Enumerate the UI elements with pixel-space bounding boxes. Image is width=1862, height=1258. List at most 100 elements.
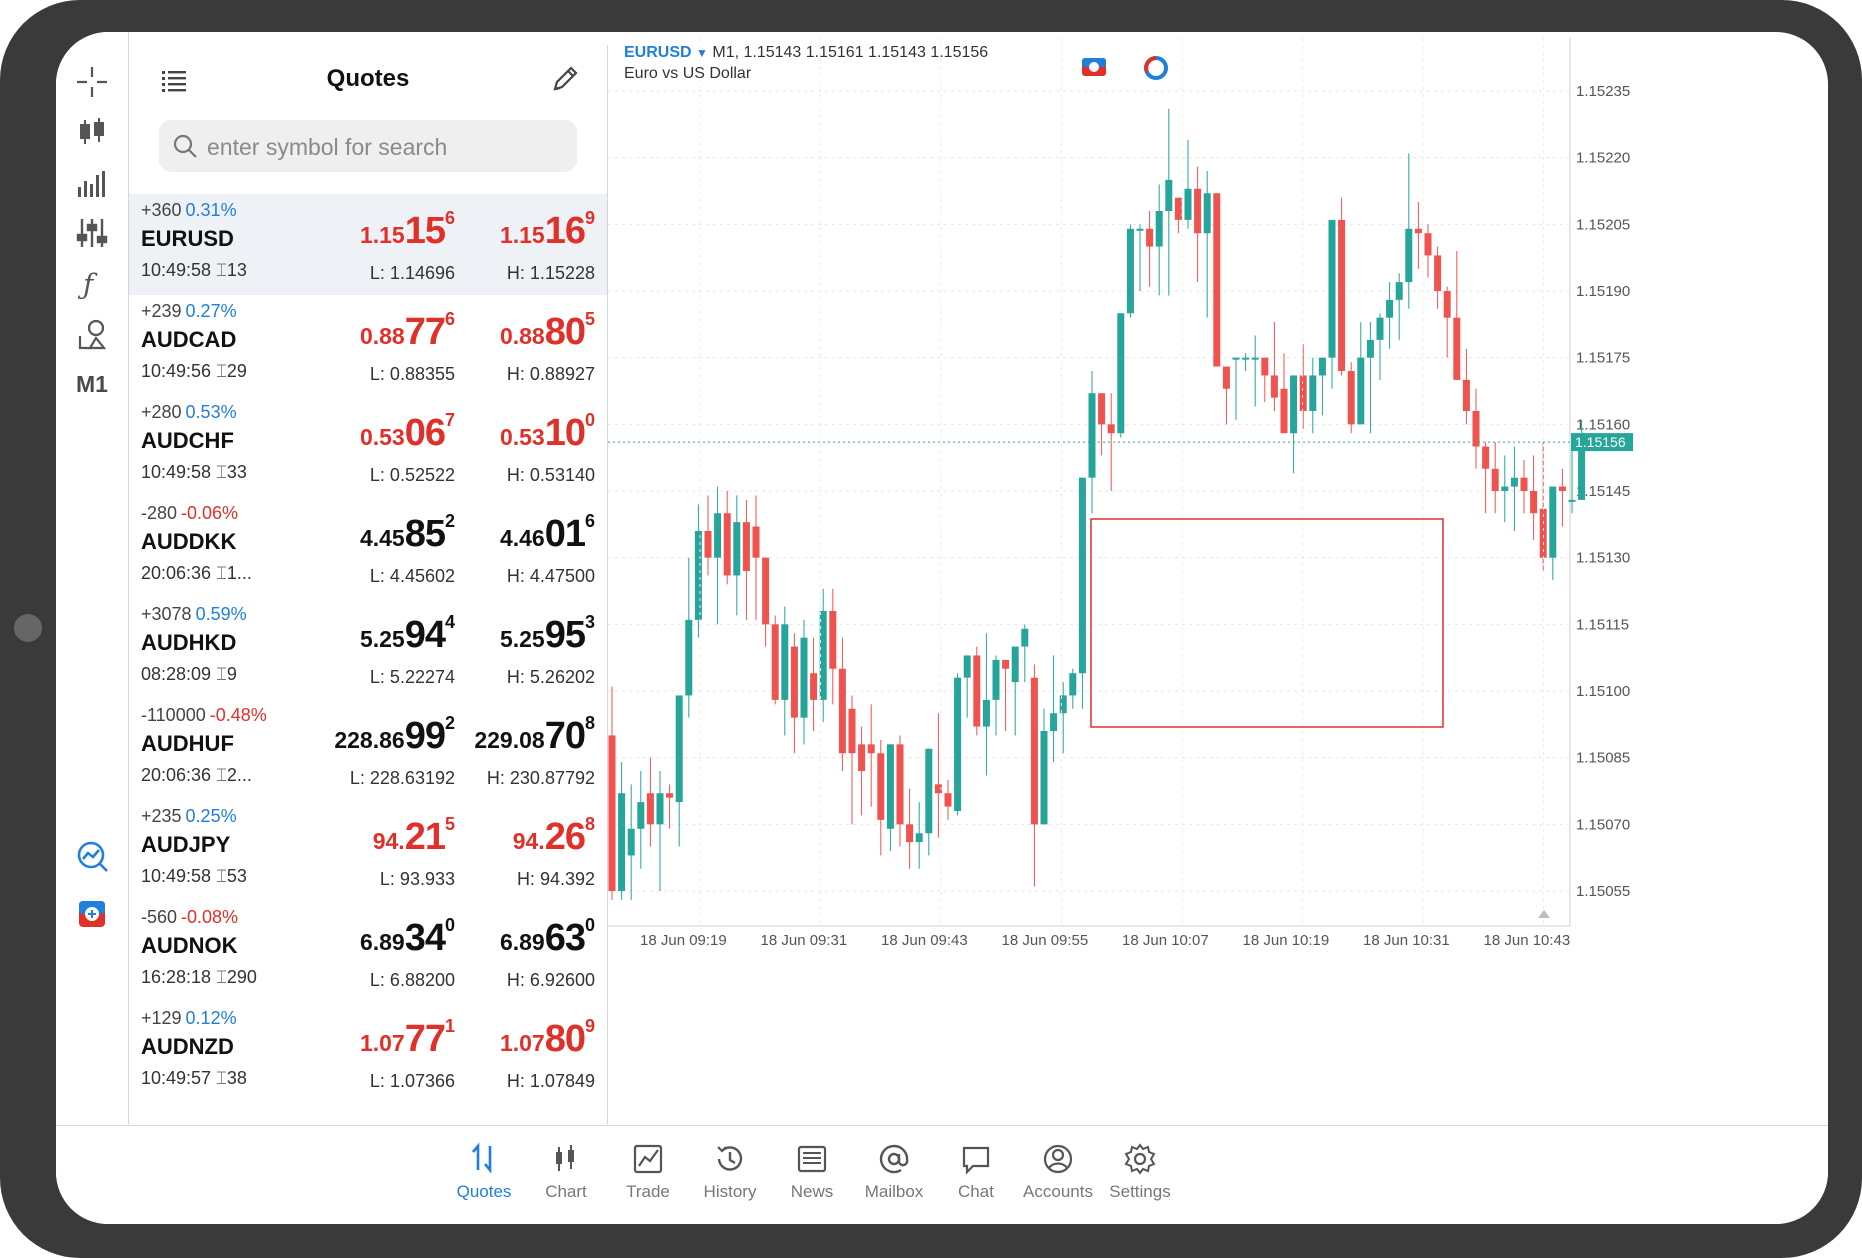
- quote-low: L: 228.63192: [349, 768, 455, 788]
- quote-spread: 29: [226, 361, 247, 381]
- function-icon[interactable]: ƒ: [68, 260, 116, 308]
- nav-mailbox[interactable]: Mailbox: [849, 1134, 939, 1214]
- candle-body: [1280, 388, 1288, 434]
- time-tick-label: 18 Jun 09:43: [881, 932, 968, 949]
- spread-icon: ⌶: [211, 361, 227, 381]
- quote-spread: 9: [226, 664, 237, 684]
- candle-body: [646, 793, 654, 825]
- nav-accounts[interactable]: Accounts: [1013, 1134, 1103, 1214]
- quote-spread: 1...: [226, 563, 252, 583]
- quote-ask-price[interactable]: 229.08708: [474, 713, 595, 758]
- quote-high: H: 1.07849: [506, 1071, 595, 1091]
- quote-row-audhkd[interactable]: +3078 0.59% AUDHKD 08:28:09 ⌶9 5.25944 5.2595…: [129, 598, 607, 699]
- quote-ask-price[interactable]: 4.46016: [500, 511, 595, 556]
- quote-row-auddkk[interactable]: -280 -0.06% AUDDKK 20:06:36 ⌶1... 4.45852 4.4…: [129, 497, 607, 598]
- history-icon: [717, 1146, 743, 1171]
- quote-change-percent: 0.12%: [185, 1008, 237, 1028]
- quote-time: 16:28:18 ⌶290: [141, 967, 257, 988]
- nav-trade[interactable]: Trade: [603, 1134, 693, 1214]
- objects-icon[interactable]: [68, 310, 116, 358]
- crosshair-icon[interactable]: [68, 58, 116, 106]
- quote-high: H: 0.88927: [506, 364, 595, 384]
- trading-signals-icon[interactable]: [68, 832, 116, 880]
- candle-body: [1491, 468, 1499, 491]
- quote-bid-price[interactable]: 228.86992: [334, 713, 455, 758]
- candle-body: [1165, 179, 1173, 211]
- price-small-digits: 1.07: [499, 1030, 545, 1056]
- candle-body: [886, 744, 894, 829]
- price-tick-label: 1.15055: [1576, 883, 1630, 900]
- price-tick-label: 1.15190: [1576, 283, 1630, 300]
- quote-bid-price[interactable]: 0.53067: [359, 410, 455, 455]
- quote-ask-price[interactable]: 0.88805: [500, 309, 595, 354]
- quote-bid-price[interactable]: 94.215: [373, 814, 455, 859]
- symbol-search-box[interactable]: [159, 120, 577, 174]
- quote-row-eurusd[interactable]: +360 0.31% EURUSD 10:49:58 ⌶13 1.15156 1.1516…: [129, 194, 607, 295]
- candle-body: [1453, 317, 1461, 380]
- candle-body: [733, 522, 741, 576]
- quote-row-audjpy[interactable]: +235 0.25% AUDJPY 10:49:58 ⌶53 94.215 94.268 L…: [129, 800, 607, 901]
- quote-row-audchf[interactable]: +280 0.53% AUDCHF 10:49:58 ⌶33 0.53067 0.5310…: [129, 396, 607, 497]
- mailbox-icon: [879, 1144, 909, 1174]
- symbol-dropdown-icon[interactable]: ▼: [696, 46, 708, 60]
- nav-history[interactable]: History: [685, 1134, 775, 1214]
- price-small-digits: 4.45: [359, 525, 405, 551]
- quote-bid-price[interactable]: 1.07771: [360, 1016, 455, 1061]
- one-click-trading-icon[interactable]: [68, 890, 116, 938]
- quote-bid-price[interactable]: 1.15156: [360, 208, 455, 253]
- quote-spread: 38: [226, 1068, 247, 1088]
- quote-time-value: 20:06:36: [141, 765, 212, 785]
- quote-ask-price[interactable]: 1.07809: [499, 1016, 595, 1061]
- quotes-header: Quotes: [129, 45, 607, 115]
- quote-ask-price[interactable]: 94.268: [513, 814, 595, 859]
- quote-bid-price[interactable]: 0.88776: [360, 309, 455, 354]
- timeframe-button[interactable]: M1: [68, 360, 116, 408]
- price-small-digits: 0.53: [359, 424, 405, 450]
- quote-change-points: +239: [141, 301, 182, 321]
- candle-body: [781, 624, 789, 700]
- candle-body: [1530, 491, 1538, 514]
- nav-chat[interactable]: Chat: [931, 1134, 1021, 1214]
- candle-body: [714, 513, 722, 558]
- candle-body: [1213, 193, 1221, 367]
- quote-row-audhuf[interactable]: -110000 -0.48% AUDHUF 20:06:36 ⌶2... 228.869…: [129, 699, 607, 800]
- quote-time-value: 10:49:58: [141, 462, 212, 482]
- nav-news[interactable]: News: [767, 1134, 857, 1214]
- candle-body: [1434, 255, 1442, 291]
- chart-symbol[interactable]: EURUSD: [624, 44, 692, 61]
- price-big-digits: 94: [404, 614, 446, 656]
- quote-ask-price[interactable]: 6.89630: [500, 915, 595, 960]
- edit-pencil-icon[interactable]: [549, 63, 581, 95]
- quote-bid-price[interactable]: 5.25944: [360, 612, 455, 657]
- price-tick-label: 1.15115: [1576, 616, 1629, 633]
- candle-body: [944, 793, 952, 807]
- chart-symbol-line[interactable]: EURUSD ▼ M1, 1.15143 1.15161 1.15143 1.1…: [624, 44, 988, 62]
- settings-sliders-icon[interactable]: [68, 209, 116, 257]
- candle-body: [608, 735, 616, 891]
- drawn-rectangle: [1090, 518, 1444, 728]
- quotes-list: +360 0.31% EURUSD 10:49:58 ⌶13 1.15156 1.1516…: [129, 194, 607, 1103]
- symbol-search-input[interactable]: [205, 120, 569, 174]
- quote-change-points: -280: [141, 503, 178, 523]
- nav-quotes[interactable]: Quotes: [439, 1134, 529, 1214]
- candlestick-chart[interactable]: 1.15235 1.15220 1.15205 1.15190 1.15175 1.151…: [608, 38, 1828, 1124]
- quote-row-audnok[interactable]: -560 -0.08% AUDNOK 16:28:18 ⌶290 6.89340 6.89…: [129, 901, 607, 1002]
- quote-change-percent: 0.59%: [195, 604, 247, 624]
- spread-icon: ⌶: [211, 765, 227, 785]
- nav-chart[interactable]: Chart: [521, 1134, 611, 1214]
- chart-area[interactable]: 1.15235 1.15220 1.15205 1.15190 1.15175 1.151…: [608, 38, 1828, 1124]
- volume-bars-icon[interactable]: [68, 159, 116, 207]
- quote-bid-price[interactable]: 4.45852: [359, 511, 455, 556]
- quote-time: 20:06:36 ⌶2...: [141, 765, 252, 786]
- quote-row-audnzd[interactable]: +129 0.12% AUDNZD 10:49:57 ⌶38 1.07771 1.0780…: [129, 1002, 607, 1103]
- quote-ask-price[interactable]: 5.25953: [500, 612, 595, 657]
- quote-ask-price[interactable]: 0.53100: [500, 410, 595, 455]
- quote-change: +360 0.31%: [141, 200, 237, 221]
- quote-bid-price[interactable]: 6.89340: [360, 915, 455, 960]
- quote-row-audcad[interactable]: +239 0.27% AUDCAD 10:49:56 ⌶29 0.88776 0.8880…: [129, 295, 607, 396]
- candle-body: [666, 793, 674, 798]
- candles-icon[interactable]: [68, 108, 116, 156]
- candle-body: [1338, 219, 1346, 371]
- quote-ask-price[interactable]: 1.15169: [500, 208, 595, 253]
- nav-settings[interactable]: Settings: [1095, 1134, 1185, 1214]
